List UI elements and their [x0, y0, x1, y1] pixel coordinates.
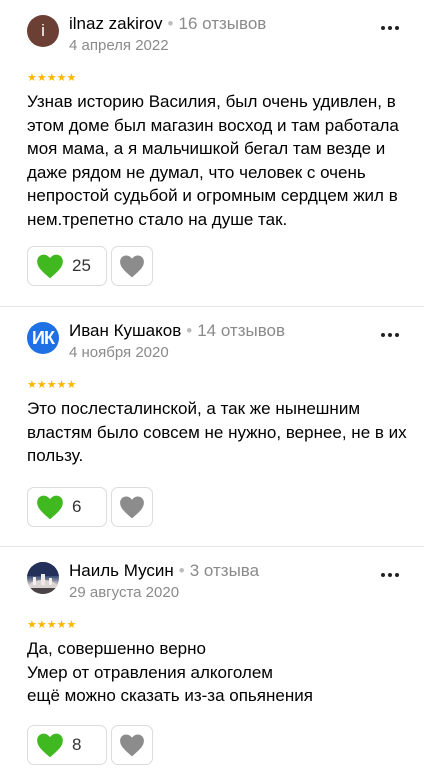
author-name[interactable]: ilnaz zakirov: [69, 14, 163, 33]
grey-heart-icon: [120, 734, 144, 757]
separator-dot: •: [167, 14, 174, 33]
review-text: Да, совершенно верно Умер от отравления …: [27, 637, 412, 708]
review-text-line: Да, совершенно верно: [27, 639, 206, 658]
rating-stars: ★★★★★: [27, 619, 77, 631]
dislike-button[interactable]: [111, 246, 153, 286]
rating-stars: ★★★★★: [27, 72, 77, 84]
green-heart-icon: [37, 733, 63, 758]
author-line: Наиль Мусин • 3 отзыва: [69, 561, 259, 581]
more-options-icon[interactable]: [378, 16, 402, 40]
avatar-letter: i: [41, 21, 45, 40]
author-line: ilnaz zakirov • 16 отзывов: [69, 14, 266, 34]
avatar-initials: ИК: [32, 327, 55, 348]
review-text: Это послесталинской, а так же нынешним в…: [27, 399, 407, 465]
separator-dot: •: [178, 561, 185, 580]
like-count: 8: [72, 735, 82, 754]
author-reviews-count: 16 отзывов: [178, 14, 267, 33]
author-line: Иван Кушаков • 14 отзывов: [69, 321, 285, 341]
avatar[interactable]: ИК: [27, 322, 59, 354]
green-heart-icon: [37, 495, 63, 520]
avatar[interactable]: i: [27, 15, 59, 47]
author-reviews-count: 14 отзывов: [197, 321, 286, 340]
author-name[interactable]: Иван Кушаков: [69, 321, 181, 340]
dislike-button[interactable]: [111, 487, 153, 527]
review-text: Узнав историю Василия, был очень удивлен…: [27, 92, 399, 229]
like-button[interactable]: 8: [27, 725, 107, 765]
review-date: 4 ноября 2020: [69, 344, 169, 361]
review-date: 4 апреля 2022: [69, 37, 169, 54]
review-card: Наиль Мусин • 3 отзыва 29 августа 2020 ★★★…: [0, 547, 424, 781]
review-card: i ilnaz zakirov • 16 отзывов 4 апреля 2022…: [0, 0, 424, 306]
more-options-icon[interactable]: [378, 563, 402, 587]
grey-heart-icon: [120, 255, 144, 278]
dislike-button[interactable]: [111, 725, 153, 765]
author-name[interactable]: Наиль Мусин: [69, 561, 174, 580]
green-heart-icon: [37, 254, 63, 279]
review-text-line: Умер от отравления алкоголем: [27, 662, 273, 682]
more-options-icon[interactable]: [378, 323, 402, 347]
like-button[interactable]: 6: [27, 487, 107, 527]
review-card: ИК Иван Кушаков • 14 отзывов 4 ноября 2020…: [0, 307, 424, 546]
review-date: 29 августа 2020: [69, 584, 180, 601]
separator-dot: •: [186, 321, 193, 340]
grey-heart-icon: [120, 496, 144, 519]
review-text-line: ещё можно сказать из-за опьянения: [27, 686, 313, 705]
like-count: 6: [72, 497, 82, 516]
avatar[interactable]: [27, 562, 59, 594]
rating-stars: ★★★★★: [27, 379, 77, 391]
author-reviews-count: 3 отзыва: [189, 561, 260, 580]
avatar-photo: [27, 562, 59, 594]
like-count: 25: [72, 256, 91, 275]
like-button[interactable]: 25: [27, 246, 107, 286]
